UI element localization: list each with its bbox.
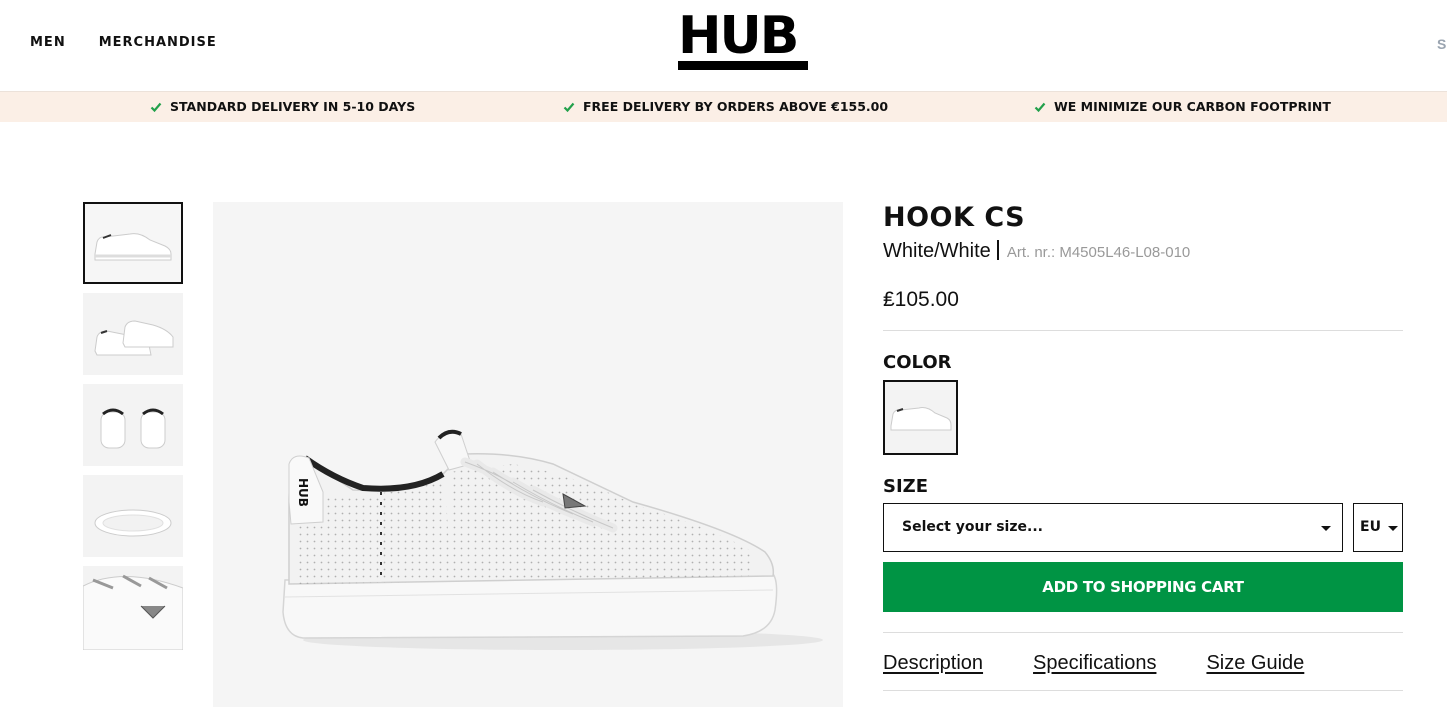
main-nav: MEN MERCHANDISE bbox=[30, 35, 217, 50]
size-unit-value: EU bbox=[1360, 519, 1381, 535]
sneaker-detail-image bbox=[83, 574, 183, 650]
usp-bar: STANDARD DELIVERY IN 5-10 DAYS FREE DELI… bbox=[0, 91, 1447, 122]
thumbnail-sole-view[interactable] bbox=[83, 475, 183, 557]
usp-item: WE MINIMIZE OUR CARBON FOOTPRINT bbox=[1034, 99, 1331, 114]
size-unit-select[interactable]: EU bbox=[1353, 503, 1403, 552]
usp-item: STANDARD DELIVERY IN 5-10 DAYS bbox=[150, 99, 415, 114]
nav-merchandise[interactable]: MERCHANDISE bbox=[99, 35, 217, 50]
site-header: MEN MERCHANDISE HUB S bbox=[0, 0, 1447, 90]
tab-description[interactable]: Description bbox=[883, 652, 983, 675]
product-subline: White/White Art. nr.: M4505L46-L08-010 bbox=[883, 240, 1190, 263]
check-icon bbox=[563, 102, 575, 112]
usp-text: WE MINIMIZE OUR CARBON FOOTPRINT bbox=[1054, 99, 1331, 114]
sneaker-pair-image bbox=[94, 320, 174, 356]
usp-text: STANDARD DELIVERY IN 5-10 DAYS bbox=[170, 99, 416, 114]
product-tabs: Description Specifications Size Guide bbox=[883, 652, 1304, 675]
divider bbox=[883, 330, 1403, 331]
sneaker-sole-image bbox=[94, 509, 172, 537]
sneaker-main-image: HUB bbox=[282, 429, 823, 650]
sneaker-side-image bbox=[94, 233, 172, 261]
add-to-cart-button[interactable]: ADD TO SHOPPING CART bbox=[883, 562, 1403, 612]
sneaker-back-image bbox=[100, 408, 166, 449]
product-title: HOOK CS bbox=[883, 202, 1026, 233]
size-select[interactable]: Select your size... bbox=[883, 503, 1343, 552]
divider bbox=[883, 632, 1403, 633]
search-link-truncated[interactable]: S bbox=[1437, 36, 1447, 52]
subline-separator bbox=[996, 240, 999, 260]
article-number: Art. nr.: M4505L46-L08-010 bbox=[1006, 244, 1191, 261]
size-label: SIZE bbox=[883, 476, 929, 497]
color-swatch-white[interactable] bbox=[883, 380, 958, 455]
chevron-down-icon bbox=[1388, 526, 1398, 531]
divider bbox=[883, 690, 1403, 691]
thumbnail-back-view[interactable] bbox=[83, 384, 183, 466]
product-price: ₤105.00 bbox=[883, 288, 959, 311]
swatch-sneaker-image bbox=[890, 407, 952, 431]
logo-text: HUB bbox=[678, 6, 799, 66]
check-icon bbox=[150, 102, 162, 112]
product-color-name: White/White bbox=[883, 240, 991, 262]
chevron-down-icon bbox=[1321, 526, 1331, 531]
logo-underline bbox=[678, 61, 808, 70]
svg-text:HUB: HUB bbox=[296, 478, 310, 507]
thumbnail-side-view[interactable] bbox=[83, 202, 183, 284]
hub-logo[interactable]: HUB bbox=[678, 10, 808, 70]
size-select-value: Select your size... bbox=[902, 519, 1043, 535]
color-label: COLOR bbox=[883, 352, 952, 373]
thumbnail-detail-view[interactable] bbox=[83, 566, 183, 650]
usp-text: FREE DELIVERY BY ORDERS ABOVE €155.00 bbox=[583, 99, 889, 114]
tab-specifications[interactable]: Specifications bbox=[1033, 652, 1156, 675]
nav-men[interactable]: MEN bbox=[30, 35, 66, 50]
thumbnail-pair-view[interactable] bbox=[83, 293, 183, 375]
usp-item: FREE DELIVERY BY ORDERS ABOVE €155.00 bbox=[563, 99, 888, 114]
check-icon bbox=[1034, 102, 1046, 112]
main-product-image[interactable]: HUB bbox=[213, 202, 843, 707]
tab-size-guide[interactable]: Size Guide bbox=[1206, 652, 1304, 675]
